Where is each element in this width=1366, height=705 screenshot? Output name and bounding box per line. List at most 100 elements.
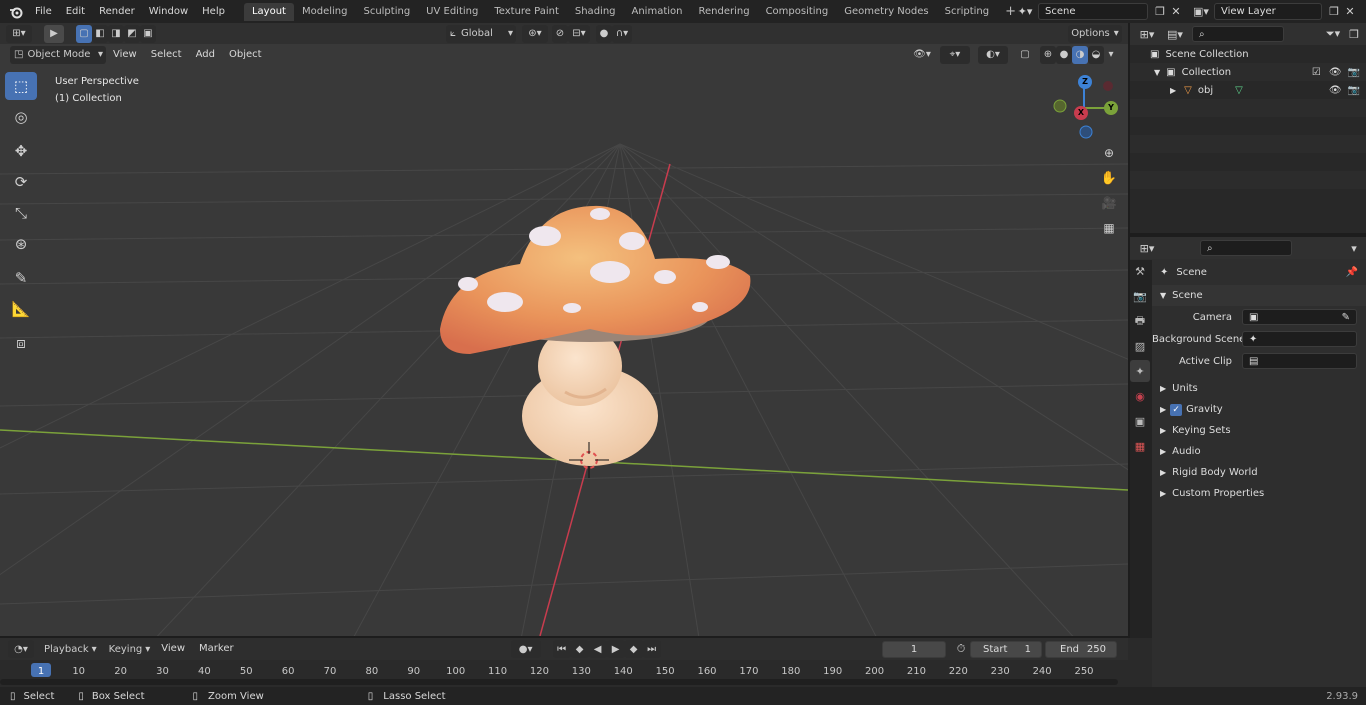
zoom-icon[interactable]: ⊕ (1098, 142, 1120, 164)
wireframe-shading-icon[interactable]: ⊕ (1040, 45, 1056, 64)
tab-texture-paint[interactable]: Texture Paint (486, 3, 567, 21)
transform-tool-icon[interactable]: ⊛ (5, 230, 37, 258)
timeline-editor-icon[interactable]: ◔▾ (8, 640, 34, 658)
cursor-tool-icon[interactable]: ◎ (5, 103, 37, 131)
menu-file[interactable]: File (28, 0, 59, 23)
gizmos-icon[interactable]: ⌖▾ (940, 45, 970, 64)
panel-audio-header[interactable]: ▶ Audio (1152, 441, 1366, 462)
menu-window[interactable]: Window (142, 0, 195, 23)
chevron-down-icon[interactable]: ▾ (1346, 240, 1362, 256)
outliner-search-input[interactable]: ⌕ (1192, 26, 1284, 42)
tab-rendering[interactable]: Rendering (690, 3, 757, 21)
active-clip-field[interactable]: ▤ (1242, 353, 1357, 369)
view-layer-tab-icon[interactable]: ▨ (1130, 335, 1150, 357)
subtract-selection-icon[interactable]: ◨ (108, 24, 124, 43)
camera-field[interactable]: ▣ ✎ (1242, 309, 1357, 325)
world-tab-icon[interactable]: ◉ (1130, 385, 1150, 407)
gizmo-x-axis[interactable]: X (1074, 106, 1088, 120)
properties-editor-icon[interactable]: ⊞▾ (1134, 240, 1160, 256)
outliner-row-obj[interactable]: ▶ ▽ obj ▽ 👁 📷 (1130, 81, 1366, 99)
tab-compositing[interactable]: Compositing (758, 3, 837, 21)
delete-scene-icon[interactable]: ✕ (1168, 4, 1184, 20)
render-tab-icon[interactable]: 📷 (1130, 285, 1150, 307)
material-shading-icon[interactable]: ◑ (1072, 45, 1088, 64)
menu-view[interactable]: View (106, 44, 144, 65)
solid-shading-icon[interactable]: ● (1056, 45, 1072, 64)
visibility-icon[interactable]: 👁▾ (908, 46, 936, 64)
clock-icon[interactable]: ⏱ (953, 641, 969, 657)
output-tab-icon[interactable]: 🖶 (1130, 310, 1150, 332)
camera-icon[interactable]: 📷 (1348, 67, 1360, 78)
display-mode-icon[interactable]: ▤▾ (1162, 26, 1188, 42)
texture-tab-icon[interactable]: ▦ (1130, 435, 1150, 457)
extend-selection-icon[interactable]: ◧ (92, 24, 108, 43)
outliner-row-scene-collection[interactable]: ▣ Scene Collection (1130, 45, 1366, 63)
overlays-icon[interactable]: ◐▾ (978, 45, 1008, 64)
panel-scene-header[interactable]: ▼ Scene (1152, 285, 1366, 306)
blender-logo-icon[interactable] (8, 4, 24, 20)
shading-options-icon[interactable]: ▾ (1104, 46, 1118, 64)
menu-render[interactable]: Render (92, 0, 142, 23)
falloff-icon[interactable]: ∩▾ (612, 24, 632, 43)
filter-icon[interactable]: ⏷▾ (1320, 26, 1346, 42)
set-selection-icon[interactable]: ▢ (76, 24, 92, 43)
options-dropdown[interactable]: Options ▾ (1068, 24, 1122, 43)
scene-name-field[interactable]: Scene (1038, 3, 1148, 20)
timeline-scrollbar[interactable] (0, 679, 1118, 685)
collection-tab-icon[interactable]: ▣ (1130, 410, 1150, 432)
outliner-row-collection[interactable]: ▼ ▣ Collection ☑ 👁 📷 (1130, 63, 1366, 81)
pan-hand-icon[interactable]: ✋ (1098, 167, 1120, 189)
invert-selection-icon[interactable]: ◩ (124, 24, 140, 43)
eye-icon[interactable]: 👁 (1329, 85, 1342, 96)
view-layer-icon[interactable]: ▣▾ (1188, 4, 1214, 20)
properties-search-input[interactable]: ⌕ (1200, 240, 1292, 256)
tab-scripting[interactable]: Scripting (937, 3, 997, 21)
menu-edit[interactable]: Edit (59, 0, 92, 23)
panel-custom-properties-header[interactable]: ▶ Custom Properties (1152, 483, 1366, 504)
snap-target-icon[interactable]: ⊟▾ (568, 24, 590, 43)
camera-view-icon[interactable]: 🎥 (1098, 192, 1120, 214)
gizmo-y-axis[interactable]: Y (1104, 101, 1118, 115)
panel-rigid-body-header[interactable]: ▶ Rigid Body World (1152, 462, 1366, 483)
menu-object[interactable]: Object (222, 44, 269, 65)
rendered-shading-icon[interactable]: ◒ (1088, 45, 1104, 64)
timeline-menu-marker[interactable]: Marker (192, 638, 241, 660)
annotate-tool-icon[interactable]: ✎ (5, 264, 37, 292)
playback-dropdown[interactable]: Playback ▾ (40, 640, 101, 658)
tab-layout[interactable]: Layout (243, 3, 294, 21)
background-scene-field[interactable]: ✦ (1242, 331, 1357, 347)
camera-icon[interactable]: 📷 (1348, 85, 1360, 96)
play-icon[interactable]: ▶ (606, 640, 625, 658)
gizmo-z-axis[interactable]: Z (1078, 75, 1092, 89)
eye-icon[interactable]: 👁 (1329, 67, 1342, 78)
pivot-point-icon[interactable]: ⊛▾ (522, 24, 548, 43)
gravity-checkbox[interactable]: ✓ (1170, 403, 1183, 416)
keying-dropdown[interactable]: Keying ▾ (104, 640, 155, 658)
new-collection-icon[interactable]: ❐ (1346, 26, 1362, 42)
transform-orientation-dropdown[interactable]: ⟀ Global ▾ (446, 24, 516, 43)
new-view-layer-icon[interactable]: ❐ (1326, 4, 1342, 20)
tab-animation[interactable]: Animation (624, 3, 691, 21)
measure-tool-icon[interactable]: 📐 (5, 295, 37, 323)
rotate-tool-icon[interactable]: ⟳ (5, 168, 37, 196)
object-mode-dropdown[interactable]: ◳ Object Mode ▾ (10, 45, 106, 64)
intersect-selection-icon[interactable]: ▣ (140, 24, 156, 43)
3d-viewport[interactable]: User Perspective (1) Collection Z Y X ⊕ … (0, 44, 1128, 636)
delete-view-layer-icon[interactable]: ✕ (1342, 4, 1358, 20)
perspective-toggle-icon[interactable]: ▦ (1098, 217, 1120, 239)
select-tool-icon[interactable]: ▶ (44, 24, 64, 43)
timeline-menu-view[interactable]: View (154, 638, 192, 660)
next-keyframe-icon[interactable]: ◆ (624, 640, 643, 658)
tab-shading[interactable]: Shading (567, 3, 624, 21)
move-tool-icon[interactable]: ✥ (5, 137, 37, 165)
record-icon[interactable]: ●▾ (510, 640, 541, 658)
prev-keyframe-icon[interactable]: ◆ (570, 640, 589, 658)
new-scene-icon[interactable]: ❐ (1152, 4, 1168, 20)
jump-start-icon[interactable]: ⏮ (552, 640, 571, 658)
view-layer-field[interactable]: View Layer (1214, 3, 1322, 20)
play-reverse-icon[interactable]: ◀ (588, 640, 607, 658)
select-box-tool-icon[interactable]: ⬚ (5, 72, 37, 100)
add-cube-tool-icon[interactable]: ⧈ (5, 329, 37, 357)
tab-geometry-nodes[interactable]: Geometry Nodes (836, 3, 936, 21)
tool-tab-icon[interactable]: ⚒ (1130, 260, 1150, 282)
